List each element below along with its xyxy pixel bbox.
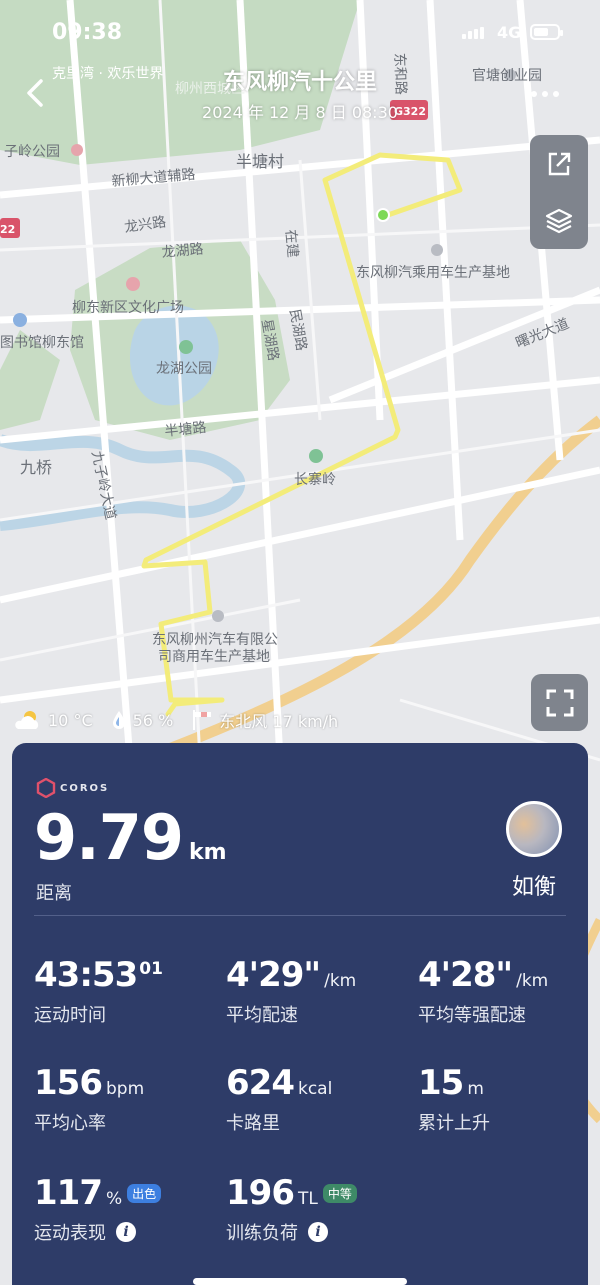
- stat-heart-rate-unit: bpm: [105, 1079, 145, 1099]
- share-icon: [548, 152, 571, 175]
- performance-badge: 出色: [127, 1183, 162, 1203]
- stat-ascent-value: 15: [418, 1063, 464, 1103]
- poi-park-icon: [179, 340, 193, 354]
- poi-library-icon: [13, 313, 27, 327]
- stat-ascent-label: 累计上升: [418, 1113, 490, 1134]
- humidity: 56 %: [132, 710, 174, 730]
- status-time: 09:38: [52, 20, 123, 45]
- label-ziling: 子岭公园: [4, 144, 60, 160]
- stat-grade-pace-unit: /km: [516, 971, 549, 991]
- stat-training-load: 196 TL 中等 训练负荷 i: [226, 1173, 357, 1245]
- stat-avg-pace-unit: /km: [324, 971, 357, 991]
- divider: [34, 915, 566, 916]
- stat-ascent-unit: m: [467, 1079, 484, 1099]
- battery-icon: [530, 24, 563, 40]
- stat-calories-value: 624: [226, 1063, 295, 1103]
- stat-heart-rate-label: 平均心率: [34, 1113, 106, 1134]
- temperature: 10 °C: [48, 710, 93, 730]
- label-dongfeng-company-2: 司商用车生产基地: [158, 648, 270, 665]
- stat-grade-pace-value: 4'28": [418, 955, 513, 995]
- stat-avg-pace-value: 4'29": [226, 955, 321, 995]
- map-layers-button[interactable]: [530, 192, 588, 249]
- label-factory-ne: 东风柳汽乘用车生产基地: [356, 264, 510, 281]
- activity-datetime: 2024 年 12 月 8 日 08:30: [202, 103, 398, 122]
- more-dots-icon: [531, 91, 559, 97]
- weather-info: 10 °C 56 % 东北风 17 km/h: [12, 706, 356, 734]
- stat-grade-pace-label: 平均等强配速: [418, 1005, 526, 1026]
- label-longhu-park: 龙湖公园: [156, 361, 212, 377]
- home-indicator: [193, 1278, 407, 1285]
- wind-flag-icon: [193, 710, 212, 730]
- stat-calories-unit: kcal: [297, 1079, 333, 1099]
- brand-logo: COROS: [36, 778, 109, 798]
- training-load-badge: 中等: [322, 1183, 357, 1203]
- fullscreen-button[interactable]: [531, 674, 588, 731]
- activity-summary-card: COROS 9.79 km 距离 如衡 43:53 01 运动时间 4'29" …: [12, 743, 588, 1285]
- share-button[interactable]: [530, 135, 588, 192]
- poi-square-icon: [126, 277, 140, 291]
- coros-logo-icon: [36, 778, 56, 798]
- stat-performance: 117 % 出色 运动表现 i: [34, 1173, 162, 1245]
- distance-value: 9.79: [34, 801, 184, 874]
- label-changzhai: 长寨岭: [294, 471, 336, 488]
- poi-ziling-icon: [71, 144, 83, 156]
- stat-training-load-value: 196: [226, 1173, 295, 1213]
- stat-time-value: 43:53: [34, 955, 138, 995]
- distance-value-group: 9.79 km: [34, 801, 227, 874]
- stat-avg-pace-label: 平均配速: [226, 1005, 298, 1026]
- poi-mountain-icon: [309, 449, 323, 463]
- distance-label: 距离: [36, 883, 72, 904]
- stat-time-fraction: 01: [139, 959, 163, 979]
- page-title: 东风柳汽十公里: [222, 70, 377, 95]
- stat-time-label: 运动时间: [34, 1005, 106, 1026]
- user-name: 如衡: [512, 875, 557, 900]
- fullscreen-icon: [546, 689, 573, 716]
- stat-training-load-label: 训练负荷: [226, 1223, 298, 1244]
- stat-heart-rate-value: 156: [34, 1063, 103, 1103]
- label-bantang-village: 半塘村: [236, 152, 284, 171]
- stat-heart-rate: 156 bpm 平均心率: [34, 1063, 144, 1135]
- more-options-button[interactable]: [530, 80, 560, 100]
- label-library: 图书馆柳东馆: [0, 334, 84, 351]
- brand-name: COROS: [60, 782, 110, 794]
- training-load-info-icon[interactable]: i: [308, 1222, 328, 1242]
- network-type: 4G: [497, 23, 522, 42]
- avatar[interactable]: [506, 801, 562, 857]
- stat-performance-value: 117: [34, 1173, 103, 1213]
- stat-grade-pace: 4'28" /km 平均等强配速: [418, 955, 548, 1027]
- label-g322-left: 22: [0, 223, 15, 236]
- performance-info-icon[interactable]: i: [116, 1222, 136, 1242]
- layers-icon: [545, 208, 573, 233]
- distance-unit: km: [188, 840, 227, 865]
- stat-time: 43:53 01 运动时间: [34, 955, 163, 1027]
- humidity-drop-icon: [112, 711, 125, 729]
- start-point: [376, 208, 390, 222]
- stat-training-load-unit: TL: [297, 1189, 318, 1209]
- cloud-sun-icon: [15, 711, 39, 729]
- map-controls: [530, 135, 588, 249]
- stat-calories-label: 卡路里: [226, 1113, 280, 1134]
- poi-company-icon: [212, 610, 224, 622]
- poi-factory-icon: [431, 244, 443, 256]
- label-culture-square: 柳东新区文化广场: [72, 299, 184, 316]
- signal-icon: [462, 27, 484, 39]
- label-dongfeng-company: 东风柳州汽车有限公: [152, 631, 278, 648]
- status-bar: 09:38 4G: [0, 18, 600, 50]
- stat-performance-label: 运动表现: [34, 1223, 106, 1244]
- label-jiuqiao: 九桥: [20, 458, 52, 477]
- stat-performance-unit: %: [105, 1189, 123, 1209]
- stat-ascent: 15 m 累计上升: [418, 1063, 490, 1135]
- stat-avg-pace: 4'29" /km 平均配速: [226, 955, 356, 1027]
- wind: 东北风 17 km/h: [219, 712, 339, 731]
- stat-calories: 624 kcal 卡路里: [226, 1063, 332, 1135]
- label-zaijian: 在建: [282, 229, 300, 258]
